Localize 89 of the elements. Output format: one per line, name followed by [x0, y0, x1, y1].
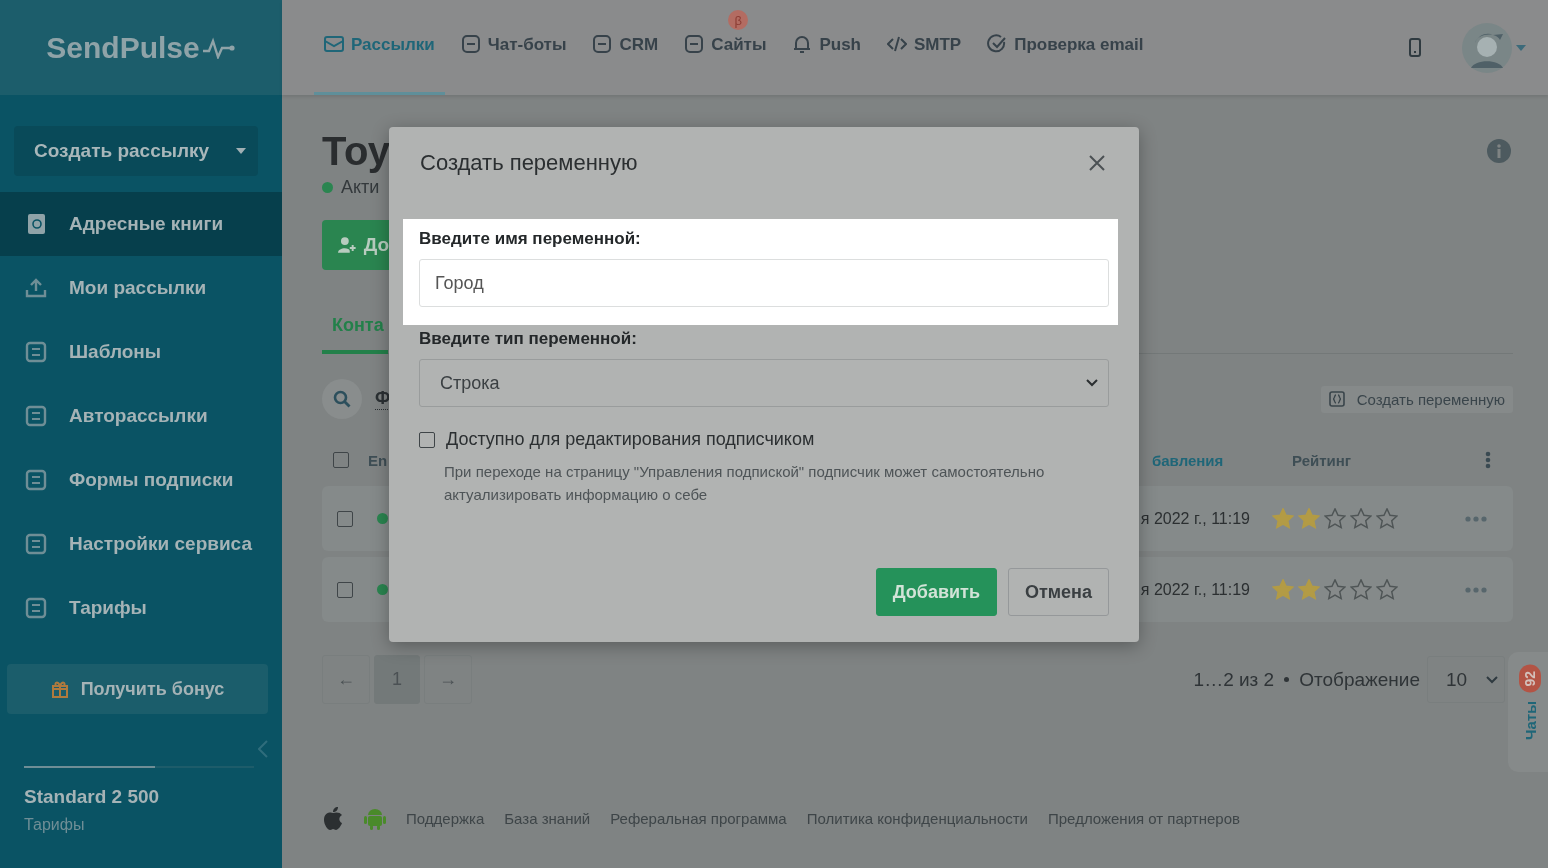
column-header[interactable]: бавления: [1140, 451, 1292, 469]
star-icon: [1376, 508, 1398, 529]
sidebar-item[interactable]: Адресные книги: [0, 192, 282, 256]
nav-tab[interactable]: CRM: [582, 34, 669, 95]
close-icon[interactable]: [1089, 155, 1105, 171]
nav-tab[interactable]: Чат-боты: [450, 34, 577, 95]
chevron-down-icon: [1086, 379, 1098, 387]
apple-icon[interactable]: [322, 806, 344, 830]
field-label: Введите имя переменной:: [419, 229, 642, 249]
nav-tab[interactable]: Проверка email: [977, 34, 1154, 95]
check-circle-icon: [987, 34, 1008, 54]
per-page-label: Отображение: [1299, 668, 1420, 691]
star-icon: [1272, 579, 1294, 600]
footer-link[interactable]: Поддержка: [406, 809, 485, 827]
gift-icon: [50, 680, 69, 698]
status-text: Акти: [341, 177, 380, 198]
column-header: Рейтинг: [1292, 451, 1353, 469]
search-button[interactable]: [322, 379, 362, 419]
results-count: 1…2 из 2: [1193, 668, 1275, 691]
more-icon[interactable]: [1465, 515, 1487, 522]
star-icon: [1298, 508, 1320, 529]
nav-tab[interactable]: Рассылки: [314, 34, 445, 95]
chats-tab[interactable]: 92 Чаты: [1508, 652, 1548, 772]
phone-icon[interactable]: [1408, 37, 1422, 58]
dialog-title: Создать переменную: [420, 150, 638, 176]
upload-icon: [25, 277, 47, 299]
column-header[interactable]: En: [368, 451, 388, 469]
star-icon: [1324, 579, 1346, 600]
nav-tab[interactable]: SMTP: [877, 34, 972, 95]
variable-type-select[interactable]: Строка: [419, 359, 1109, 407]
add-button[interactable]: Добавить: [875, 568, 997, 616]
status-dot: [322, 182, 333, 193]
sidebar-item[interactable]: Шаблоны: [0, 320, 282, 384]
sidebar-item[interactable]: Мои рассылки: [0, 256, 282, 320]
avatar-icon[interactable]: [1462, 22, 1512, 73]
date-cell: я 2022 г., 11:19: [1140, 580, 1250, 599]
sidebar-item[interactable]: Тарифы: [0, 576, 282, 640]
star-icon: [1324, 508, 1346, 529]
code-icon: [887, 34, 907, 54]
chevron-down-icon: [1486, 675, 1498, 684]
checkbox-label[interactable]: Доступно для редактирования подписчиком: [446, 429, 815, 450]
select-all-checkbox[interactable]: [333, 452, 349, 468]
status-dot: [377, 584, 388, 595]
add-user-icon: [338, 236, 356, 254]
sidebar-item[interactable]: Настройки сервиса: [0, 512, 282, 576]
hint-text: При переходе на страницу "Управления подпиской" подписчик может самостоятельно актуализировать информацию о себе: [444, 462, 1046, 505]
create-campaign-button[interactable]: Создать рассылку: [14, 126, 258, 176]
star-icon: [1350, 579, 1372, 600]
bell-icon: [792, 34, 813, 54]
cancel-button[interactable]: Отмена: [1007, 568, 1109, 616]
nav-tab[interactable]: Сайты: [674, 34, 777, 95]
add-contact-button[interactable]: До: [322, 220, 389, 270]
pulse-icon: [201, 36, 236, 59]
footer-link[interactable]: Предложения от партнеров: [1048, 809, 1240, 827]
envelope-icon: [324, 34, 344, 54]
more-icon[interactable]: [1465, 586, 1487, 593]
variable-name-field[interactable]: Город: [419, 259, 1109, 307]
footer-link[interactable]: База знаний: [504, 809, 591, 827]
star-icon: [1376, 579, 1398, 600]
per-page-select[interactable]: 10: [1427, 656, 1505, 703]
next-page-button[interactable]: →: [424, 655, 472, 704]
nav-tab[interactable]: Push: [782, 34, 871, 95]
star-icon: [1272, 508, 1294, 529]
editable-checkbox[interactable]: [419, 431, 435, 448]
footer-link[interactable]: Реферальная программа: [610, 809, 787, 827]
create-variable-button[interactable]: Создать переменную: [1320, 385, 1513, 413]
sidebar-item[interactable]: Формы подписки: [0, 448, 282, 512]
chat-count-badge: 92: [1519, 665, 1541, 693]
chevron-left-icon[interactable]: [258, 740, 268, 758]
bonus-button[interactable]: Получить бонус: [7, 664, 268, 714]
caret-icon[interactable]: [236, 148, 246, 154]
search-icon: [333, 390, 351, 408]
date-cell: я 2022 г., 11:19: [1140, 509, 1250, 528]
row-checkbox[interactable]: [337, 581, 353, 598]
prev-page-button[interactable]: ←: [322, 655, 370, 704]
status-dot: [377, 513, 388, 524]
page-title: Тоу: [322, 128, 391, 174]
plan-name: Standard 2 500: [24, 786, 161, 808]
sidebar-item[interactable]: Авторассылки: [0, 384, 282, 448]
braces-icon: [1328, 391, 1345, 407]
star-icon: [1298, 579, 1320, 600]
row-checkbox[interactable]: [337, 510, 353, 527]
info-icon[interactable]: [1487, 139, 1511, 163]
star-icon: [1350, 508, 1372, 529]
field-label: Введите тип переменной:: [419, 329, 638, 349]
kebab-menu-icon[interactable]: [1485, 451, 1491, 469]
bullet-dot: [1284, 677, 1290, 682]
footer-link[interactable]: Политика конфиденциальности: [806, 809, 1028, 827]
plan-link[interactable]: Тарифы: [24, 816, 282, 834]
